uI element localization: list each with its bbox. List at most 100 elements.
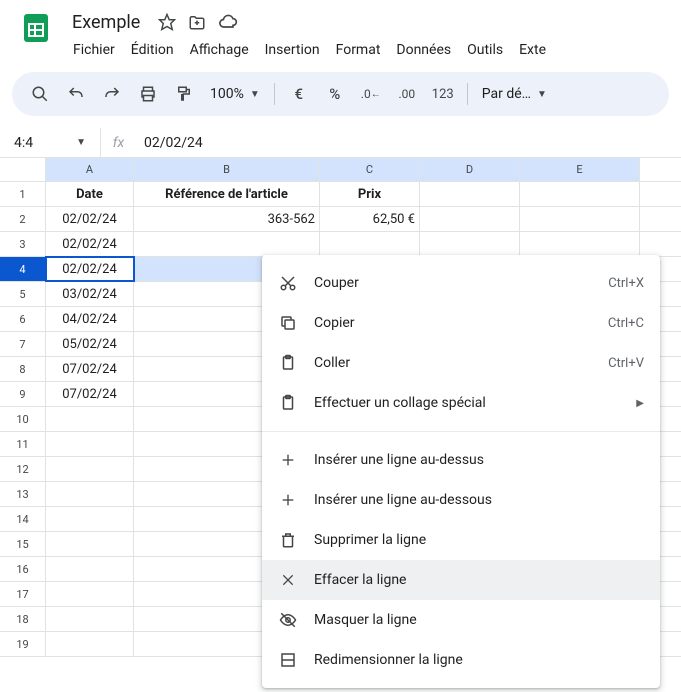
cell[interactable]: 04/02/24 <box>46 307 134 331</box>
cell[interactable] <box>420 232 520 256</box>
menu-extensions[interactable]: Exte <box>512 38 553 62</box>
cell[interactable]: Prix <box>320 182 420 206</box>
cell[interactable]: 363-562 <box>134 207 320 231</box>
cell[interactable] <box>520 182 640 206</box>
move-icon[interactable] <box>188 13 206 31</box>
row-header[interactable]: 15 <box>0 532 46 556</box>
menu-insertion[interactable]: Insertion <box>258 38 327 62</box>
cell[interactable] <box>46 582 134 606</box>
menubar: Fichier Édition Affichage Insertion Form… <box>66 38 665 62</box>
menu-fichier[interactable]: Fichier <box>66 38 122 62</box>
cell[interactable]: 02/02/24 <box>46 257 134 281</box>
table-row[interactable]: 1DateRéférence de l'articlePrix <box>0 182 681 207</box>
menu-format[interactable]: Format <box>329 38 388 62</box>
cell[interactable] <box>46 457 134 481</box>
cell[interactable] <box>320 232 420 256</box>
document-title[interactable]: Exemple <box>66 10 146 35</box>
ctx-cut[interactable]: Couper Ctrl+X <box>262 263 660 303</box>
ctx-paste[interactable]: Coller Ctrl+V <box>262 343 660 383</box>
cell[interactable] <box>46 407 134 431</box>
cell[interactable] <box>46 557 134 581</box>
hide-icon <box>278 611 298 629</box>
ctx-clear-row[interactable]: Effacer la ligne <box>262 560 660 600</box>
row-header[interactable]: 18 <box>0 607 46 631</box>
cell[interactable]: 03/02/24 <box>46 282 134 306</box>
cell[interactable]: Référence de l'article <box>134 182 320 206</box>
row-header[interactable]: 3 <box>0 232 46 256</box>
cell[interactable]: 05/02/24 <box>46 332 134 356</box>
row-header[interactable]: 5 <box>0 282 46 306</box>
cell[interactable] <box>420 182 520 206</box>
formula-bar[interactable]: 02/02/24 <box>136 135 203 151</box>
cell[interactable]: 07/02/24 <box>46 382 134 406</box>
row-header[interactable]: 17 <box>0 582 46 606</box>
ctx-copy[interactable]: Copier Ctrl+C <box>262 303 660 343</box>
cell[interactable] <box>134 232 320 256</box>
font-dropdown[interactable]: Par dé…▼ <box>476 86 553 102</box>
row-header[interactable]: 19 <box>0 632 46 656</box>
table-row[interactable]: 302/02/24 <box>0 232 681 257</box>
menu-outils[interactable]: Outils <box>460 38 510 62</box>
cloud-icon[interactable] <box>218 12 238 32</box>
cell[interactable] <box>520 232 640 256</box>
ctx-insert-below[interactable]: Insérer une ligne au-dessous <box>262 480 660 520</box>
cell[interactable]: 07/02/24 <box>46 357 134 381</box>
row-header[interactable]: 13 <box>0 482 46 506</box>
row-header[interactable]: 16 <box>0 557 46 581</box>
col-header-E[interactable]: E <box>520 158 640 181</box>
cell[interactable] <box>46 532 134 556</box>
select-all-corner[interactable] <box>0 158 46 181</box>
redo-icon[interactable] <box>96 78 128 110</box>
col-header-B[interactable]: B <box>134 158 320 181</box>
row-header[interactable]: 9 <box>0 382 46 406</box>
cell[interactable] <box>46 482 134 506</box>
cell[interactable] <box>46 632 134 656</box>
row-header[interactable]: 12 <box>0 457 46 481</box>
cell[interactable] <box>46 507 134 531</box>
ctx-delete-row[interactable]: Supprimer la ligne <box>262 520 660 560</box>
col-header-A[interactable]: A <box>46 158 134 181</box>
row-header[interactable]: 6 <box>0 307 46 331</box>
undo-icon[interactable] <box>60 78 92 110</box>
col-header-C[interactable]: C <box>320 158 420 181</box>
cell[interactable]: 02/02/24 <box>46 207 134 231</box>
row-header[interactable]: 10 <box>0 407 46 431</box>
cell[interactable]: Date <box>46 182 134 206</box>
trash-icon <box>278 531 298 549</box>
menu-donnees[interactable]: Données <box>389 38 458 62</box>
menu-edition[interactable]: Édition <box>124 38 181 62</box>
menu-affichage[interactable]: Affichage <box>183 38 256 62</box>
more-formats-icon[interactable]: 123 <box>427 78 459 110</box>
cell[interactable]: 62,50 € <box>320 207 420 231</box>
search-icon[interactable] <box>24 78 56 110</box>
row-header[interactable]: 14 <box>0 507 46 531</box>
ctx-insert-above[interactable]: Insérer une ligne au-dessus <box>262 440 660 480</box>
cell[interactable] <box>46 607 134 631</box>
cell[interactable] <box>46 432 134 456</box>
cell[interactable] <box>420 207 520 231</box>
decrease-decimal-icon[interactable]: .0← <box>355 78 387 110</box>
ctx-resize-row[interactable]: Redimensionner la ligne <box>262 640 660 680</box>
increase-decimal-icon[interactable]: .00 <box>391 78 423 110</box>
plus-icon <box>278 452 298 468</box>
row-header[interactable]: 11 <box>0 432 46 456</box>
sheets-logo[interactable] <box>16 8 56 48</box>
table-row[interactable]: 202/02/24363-56262,50 € <box>0 207 681 232</box>
print-icon[interactable] <box>132 78 164 110</box>
col-header-D[interactable]: D <box>420 158 520 181</box>
row-header[interactable]: 8 <box>0 357 46 381</box>
paint-format-icon[interactable] <box>168 78 200 110</box>
row-header[interactable]: 1 <box>0 182 46 206</box>
ctx-hide-row[interactable]: Masquer la ligne <box>262 600 660 640</box>
ctx-paste-special[interactable]: Effectuer un collage spécial ▶ <box>262 383 660 423</box>
percent-icon[interactable]: % <box>319 78 351 110</box>
row-header[interactable]: 2 <box>0 207 46 231</box>
row-header[interactable]: 7 <box>0 332 46 356</box>
star-icon[interactable] <box>158 13 176 31</box>
name-box[interactable]: 4:4▼ <box>0 135 100 151</box>
cell[interactable] <box>520 207 640 231</box>
zoom-dropdown[interactable]: 100%▼ <box>204 86 266 102</box>
cell[interactable]: 02/02/24 <box>46 232 134 256</box>
currency-icon[interactable]: € <box>283 78 315 110</box>
row-header[interactable]: 4 <box>0 257 46 281</box>
